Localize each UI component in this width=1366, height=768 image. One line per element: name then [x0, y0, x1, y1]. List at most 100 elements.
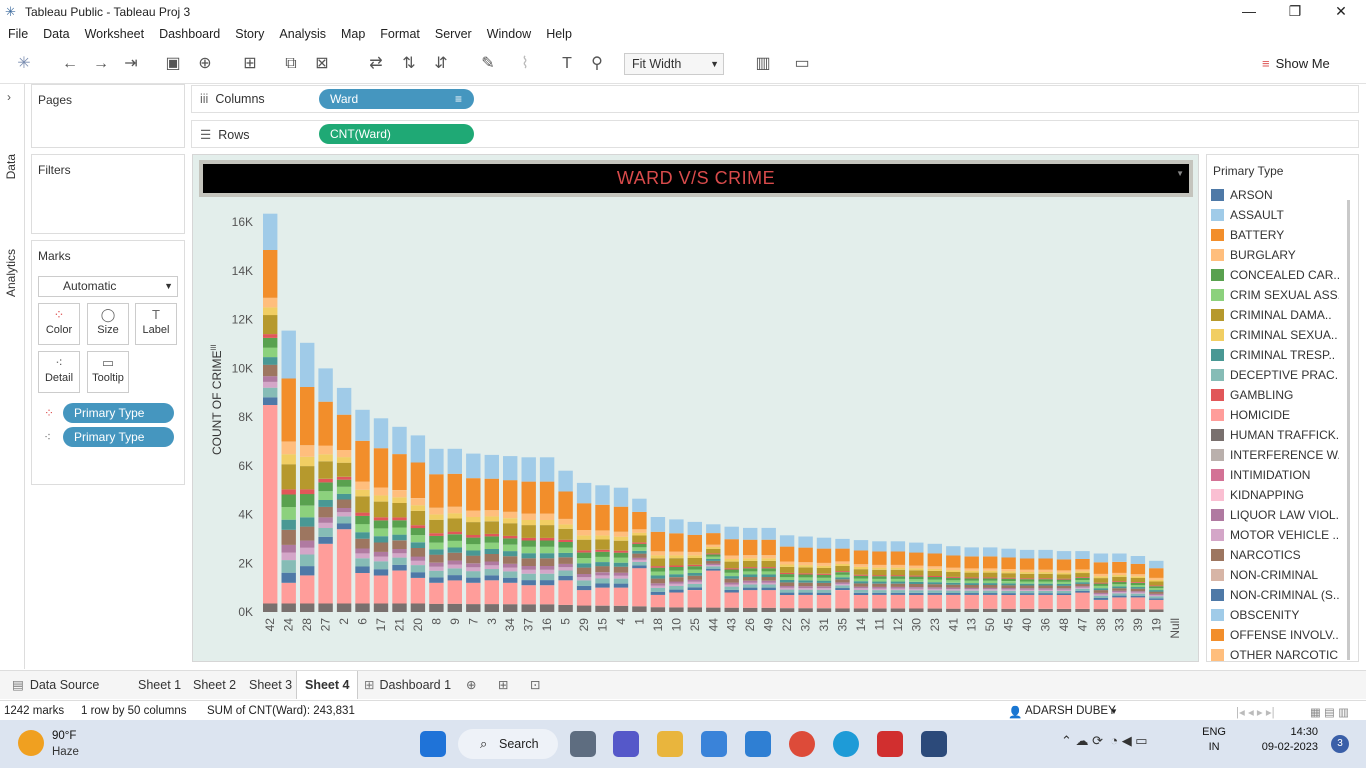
- bar-segment[interactable]: [909, 542, 924, 553]
- bar-segment[interactable]: [503, 456, 518, 481]
- bar-segment[interactable]: [743, 527, 758, 540]
- bar-segment[interactable]: [484, 510, 499, 517]
- bar-segment[interactable]: [835, 577, 850, 580]
- bar-segment[interactable]: [964, 587, 979, 590]
- bar-segment[interactable]: [632, 550, 647, 554]
- bar-segment[interactable]: [503, 556, 518, 564]
- fit-width-select[interactable]: Fit Width ▼: [624, 53, 724, 75]
- bar-segment[interactable]: [872, 594, 887, 609]
- bar-segment[interactable]: [816, 580, 832, 583]
- bar-segment[interactable]: [373, 575, 389, 604]
- bar-segment[interactable]: [816, 565, 832, 568]
- bar-segment[interactable]: [835, 579, 850, 583]
- bar-segment[interactable]: [1130, 609, 1146, 612]
- bar-segment[interactable]: [798, 580, 813, 583]
- bar-segment[interactable]: [890, 583, 906, 587]
- bar-segment[interactable]: [816, 548, 832, 563]
- bar-segment[interactable]: [927, 608, 942, 612]
- bar-segment[interactable]: [558, 563, 573, 568]
- bar-segment[interactable]: [447, 534, 462, 541]
- bar-segment[interactable]: [613, 583, 629, 588]
- bar-segment[interactable]: [300, 489, 315, 495]
- bar-segment[interactable]: [1001, 548, 1016, 558]
- bar-segment[interactable]: [1149, 586, 1164, 589]
- bar-segment[interactable]: [521, 540, 536, 547]
- bar-segment[interactable]: [1130, 588, 1146, 592]
- bar-segment[interactable]: [503, 511, 518, 519]
- legend-item[interactable]: OBSCENITY: [1211, 606, 1339, 624]
- bar-segment[interactable]: [1149, 599, 1164, 610]
- bar-segment[interactable]: [336, 387, 352, 415]
- menu-help[interactable]: Help: [538, 27, 579, 41]
- bar-segment[interactable]: [1075, 592, 1090, 609]
- bar-segment[interactable]: [447, 552, 462, 561]
- bar-segment[interactable]: [1001, 589, 1016, 591]
- bar-segment[interactable]: [336, 457, 352, 463]
- bar-segment[interactable]: [263, 397, 278, 405]
- bar-segment[interactable]: [1149, 585, 1164, 587]
- bar-segment[interactable]: [410, 560, 426, 566]
- legend-item[interactable]: NON-CRIMINAL (S..: [1211, 586, 1339, 604]
- bar-segment[interactable]: [484, 554, 499, 562]
- legend-item[interactable]: MOTOR VEHICLE ..: [1211, 526, 1339, 544]
- bar-segment[interactable]: [872, 541, 887, 552]
- bar-segment[interactable]: [1056, 574, 1072, 579]
- bar-segment[interactable]: [1038, 594, 1053, 609]
- bar-segment[interactable]: [429, 562, 444, 567]
- bar-segment[interactable]: [743, 571, 758, 575]
- bar-segment[interactable]: [669, 577, 684, 582]
- minimize-button[interactable]: —: [1226, 0, 1272, 23]
- bar-segment[interactable]: [392, 553, 407, 558]
- bar-segment[interactable]: [909, 579, 924, 582]
- bar-segment[interactable]: [1093, 576, 1109, 579]
- user-name[interactable]: ADARSH DUBEY: [1025, 705, 1116, 717]
- legend-item[interactable]: CONCEALED CAR..: [1211, 266, 1339, 284]
- bar-segment[interactable]: [595, 551, 610, 557]
- bar-segment[interactable]: [816, 608, 832, 612]
- bar-segment[interactable]: [466, 567, 481, 572]
- bar-segment[interactable]: [263, 297, 278, 308]
- bar-segment[interactable]: [447, 540, 462, 548]
- bar-segment[interactable]: [595, 535, 610, 540]
- bar-segment[interactable]: [724, 592, 739, 608]
- bar-segment[interactable]: [521, 604, 536, 612]
- bar-segment[interactable]: [1019, 549, 1035, 559]
- menu-format[interactable]: Format: [372, 27, 427, 41]
- bar-segment[interactable]: [798, 586, 813, 588]
- bar-segment[interactable]: [650, 517, 666, 532]
- bar-segment[interactable]: [632, 561, 647, 566]
- bar-segment[interactable]: [798, 594, 813, 609]
- bar-segment[interactable]: [1112, 597, 1127, 610]
- bar-segment[interactable]: [909, 581, 924, 584]
- bar-segment[interactable]: [983, 547, 998, 557]
- bar-segment[interactable]: [872, 576, 887, 579]
- bar-segment[interactable]: [816, 589, 832, 593]
- bar-segment[interactable]: [539, 457, 555, 482]
- bar-segment[interactable]: [927, 587, 942, 589]
- bar-segment[interactable]: [429, 566, 444, 571]
- bar-segment[interactable]: [706, 533, 721, 545]
- bar-segment[interactable]: [576, 539, 592, 551]
- bar-segment[interactable]: [613, 550, 629, 553]
- bar-segment[interactable]: [816, 573, 832, 575]
- bar-segment[interactable]: [1149, 598, 1164, 600]
- bar-segment[interactable]: [1001, 577, 1016, 579]
- bar-segment[interactable]: [890, 567, 906, 570]
- bar-segment[interactable]: [373, 528, 389, 537]
- bar-segment[interactable]: [816, 577, 832, 581]
- bar-segment[interactable]: [983, 583, 998, 585]
- bar-segment[interactable]: [410, 556, 426, 561]
- bar-segment[interactable]: [724, 576, 739, 579]
- bar-segment[interactable]: [613, 506, 629, 532]
- bar-segment[interactable]: [1149, 594, 1164, 596]
- bar-segment[interactable]: [1075, 577, 1090, 578]
- bar-segment[interactable]: [373, 536, 389, 543]
- bar-segment[interactable]: [724, 555, 739, 559]
- bar-segment[interactable]: [1093, 562, 1109, 574]
- bar-segment[interactable]: [927, 576, 942, 577]
- maximize-button[interactable]: ❐: [1272, 0, 1318, 23]
- bar-segment[interactable]: [1019, 608, 1035, 612]
- bar-segment[interactable]: [318, 517, 333, 523]
- bar-segment[interactable]: [1149, 595, 1164, 597]
- bar-segment[interactable]: [872, 586, 887, 589]
